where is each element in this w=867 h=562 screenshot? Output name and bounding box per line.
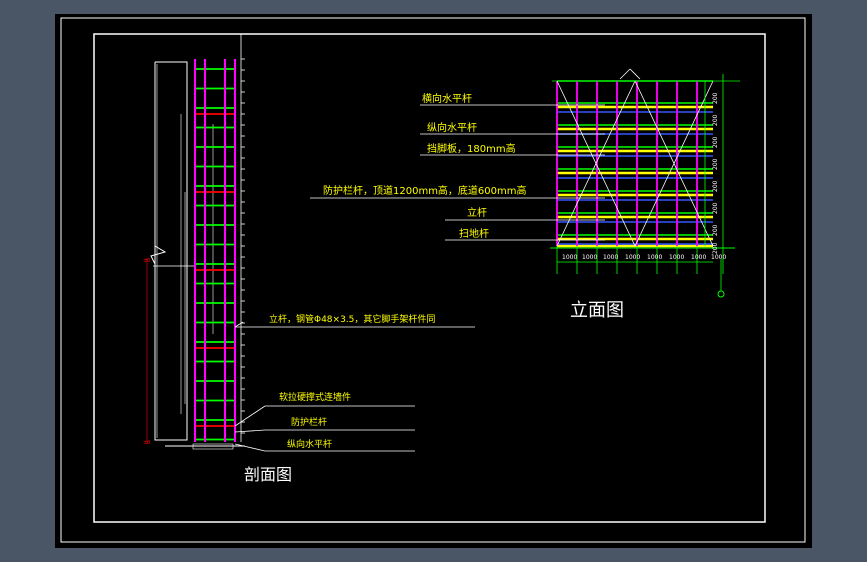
elevation-title: 立面图 <box>570 300 624 321</box>
section-title: 剖面图 <box>244 465 292 484</box>
drawing-canvas: ±0 ±0 立杆，钢管Φ48×3.5，其它脚手架杆件同 软拉硬撑式连墙件 防护栏… <box>60 17 806 543</box>
elevation-peak <box>619 68 631 80</box>
section-scaffold <box>194 34 245 442</box>
svg-text:±0: ±0 <box>143 258 150 264</box>
lift-label: 200 <box>712 180 719 192</box>
callout-post-spec: 立杆，钢管Φ48×3.5，其它脚手架杆件同 <box>269 313 435 325</box>
bay-label: 1000 <box>669 254 684 261</box>
callout-guardrail-elev: 防护栏杆，顶道1200mm高，底道600mm高 <box>323 184 527 197</box>
lift-label: 200 <box>712 224 719 236</box>
bay-label: 1000 <box>711 254 726 261</box>
callout-guardrail: 防护栏杆 <box>291 416 327 428</box>
bay-label: 1000 <box>603 254 618 261</box>
callout-sweep: 扫地杆 <box>459 227 489 240</box>
svg-text:±0: ±0 <box>143 440 150 446</box>
callout-toeboard: 挡脚板，180mm高 <box>427 142 516 155</box>
callout-post-elev: 立杆 <box>467 206 487 219</box>
cad-viewport[interactable]: ±0 ±0 立杆，钢管Φ48×3.5，其它脚手架杆件同 软拉硬撑式连墙件 防护栏… <box>55 14 812 548</box>
lift-label: 200 <box>712 114 719 126</box>
callout-wall-tie: 软拉硬撑式连墙件 <box>279 391 351 403</box>
building-wall <box>154 61 188 441</box>
bay-label: 1000 <box>625 254 640 261</box>
break-line <box>150 245 167 265</box>
lift-label: 200 <box>712 202 719 214</box>
elevation-view: 横向水平杆 纵向水平杆 挡脚板，180mm高 防护栏杆，顶道1200mm高，底道… <box>310 68 740 321</box>
level-marker <box>717 290 725 298</box>
bay-label: 1000 <box>582 254 597 261</box>
callout-ledger-elev: 纵向水平杆 <box>427 121 477 134</box>
bay-label: 1000 <box>691 254 706 261</box>
lift-label: 200 <box>712 92 719 104</box>
lift-label: 200 <box>712 136 719 148</box>
lift-label: 200 <box>712 158 719 170</box>
bay-label: 1000 <box>647 254 662 261</box>
bay-label: 1000 <box>562 254 577 261</box>
elevation-peak <box>629 68 641 80</box>
callout-ledger: 纵向水平杆 <box>287 438 332 450</box>
callout-transom: 横向水平杆 <box>422 92 472 105</box>
lift-label: 200 <box>712 242 719 254</box>
